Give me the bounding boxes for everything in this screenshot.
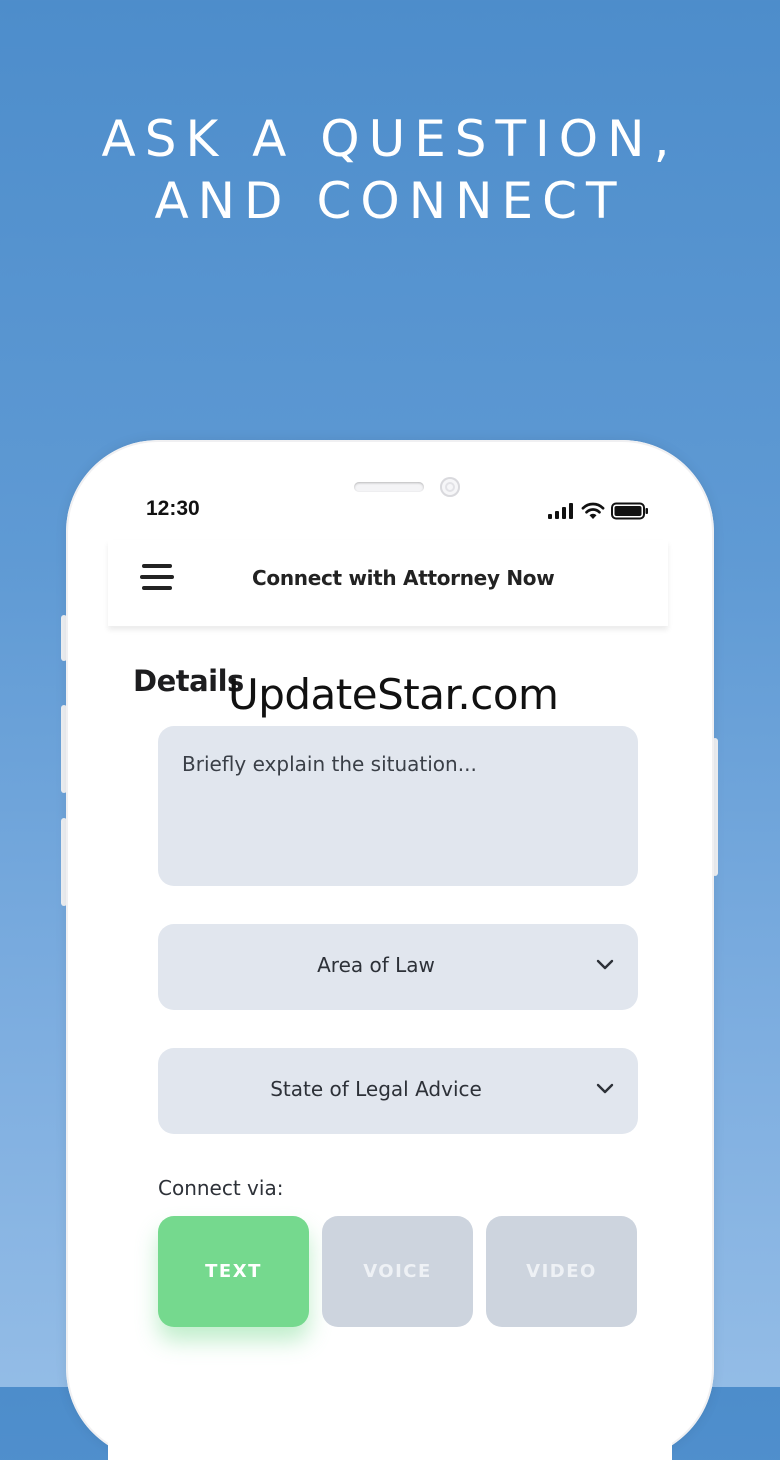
cellular-signal-icon (548, 503, 573, 519)
area-of-law-select[interactable]: Area of Law (158, 924, 638, 1010)
state-of-legal-advice-label: State of Legal Advice (270, 1077, 482, 1101)
status-time: 12:30 (146, 497, 200, 520)
wifi-icon (581, 502, 605, 519)
chevron-down-icon (596, 959, 614, 970)
area-of-law-label: Area of Law (317, 953, 435, 977)
status-icons (548, 500, 649, 522)
battery-icon (611, 502, 648, 520)
hamburger-menu-icon[interactable] (140, 562, 176, 594)
page-title: Connect with Attorney Now (252, 566, 555, 590)
headline-line-2: AND CONNECT (154, 172, 626, 230)
headline-line-1: ASK A QUESTION, (101, 110, 679, 168)
text-mode-button[interactable]: TEXT (158, 1216, 309, 1327)
earpiece-speaker (354, 482, 424, 492)
front-camera (440, 477, 460, 497)
situation-placeholder: Briefly explain the situation... (182, 752, 477, 776)
voice-mode-button[interactable]: VOICE (322, 1216, 473, 1327)
headline: ASK A QUESTION, AND CONNECT (0, 108, 780, 232)
connect-via-label: Connect via: (158, 1176, 284, 1200)
video-mode-button[interactable]: VIDEO (486, 1216, 637, 1327)
chevron-down-icon (596, 1083, 614, 1094)
state-of-legal-advice-select[interactable]: State of Legal Advice (158, 1048, 638, 1134)
situation-textarea[interactable]: Briefly explain the situation... (158, 726, 638, 886)
nav-bar: Connect with Attorney Now (108, 540, 668, 626)
watermark-text: UpdateStar.com (228, 670, 559, 719)
